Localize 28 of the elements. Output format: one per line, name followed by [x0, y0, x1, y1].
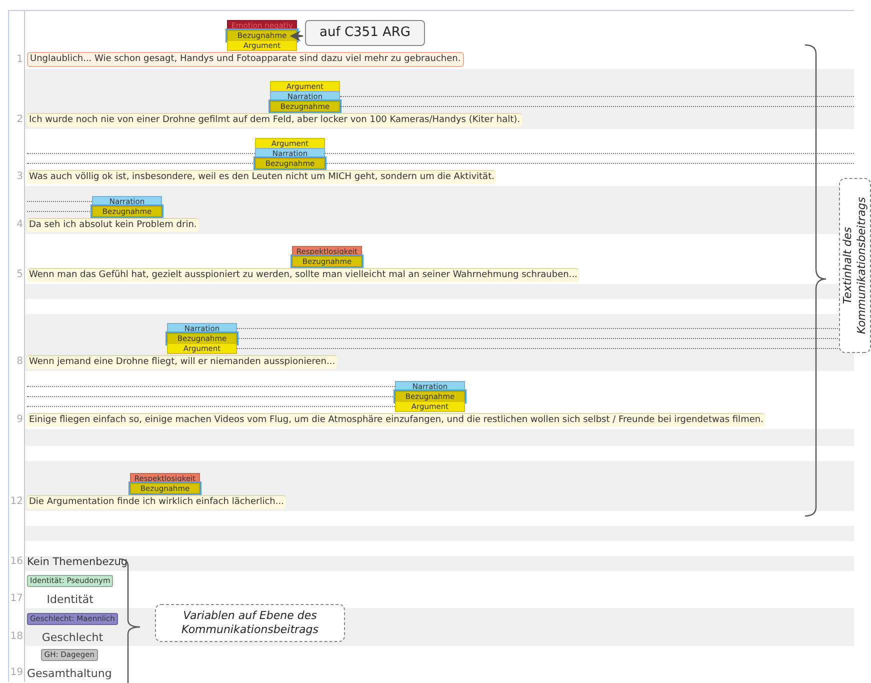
line-number: 4: [16, 218, 23, 232]
line-number: 5: [16, 268, 23, 282]
line-number: 3: [16, 170, 23, 184]
text-segment: Ich wurde noch nie von einer Drohne gefilmt auf dem Feld, aber locker von 100 Kameras/Handys (Kiter halt).: [27, 113, 522, 127]
line-number: 12: [10, 495, 23, 509]
text-segment: Einige fliegen einfach so, einige machen Videos vom Flug, um die Atmosphäre einzufangen, und die restlichen wollen sich selbst / Freunde bei irgendetwas filmen.: [27, 413, 766, 427]
line-number: 2: [16, 113, 23, 127]
line-number: 19: [10, 666, 23, 680]
text-segment: Wenn jemand eine Drohne fliegt, will er niemanden ausspionieren...: [27, 355, 338, 369]
variable-label: Gesamthaltung: [27, 666, 112, 681]
text-segment: Die Argumentation finde ich wirklich einfach lächerlich...: [27, 495, 286, 509]
pointer-arrow: [290, 30, 304, 42]
variable-label: Geschlecht: [42, 630, 104, 645]
annotation-note: Textinhalt des Kommunikationsbeitrags: [839, 178, 871, 353]
line-number: 1: [16, 53, 23, 67]
callout-note: auf C351 ARG: [305, 20, 425, 46]
line-number: 17: [10, 592, 23, 606]
line-number: 18: [10, 630, 23, 644]
text-line: Kein Themenbezug: [27, 555, 128, 569]
line-number: 9: [16, 413, 23, 427]
text-segment: Was auch völlig ok ist, insbesondere, weil es den Leuten nicht um MICH geht, sondern um die Aktivität.: [27, 170, 496, 184]
text-segment: Da seh ich absolut kein Problem drin.: [27, 218, 199, 232]
line-number: 8: [16, 355, 23, 369]
text-segment: Wenn man das Gefühl hat, gezielt ausspioniert zu werden, sollte man vielleicht mal an seiner Wahrnehmung schrauben...: [27, 268, 580, 282]
line-number: 16: [10, 555, 23, 569]
variable-label: Identität: [46, 592, 94, 607]
text-segment: Unglaublich... Wie schon gesagt, Handys und Fotoapparate sind dazu viel mehr zu gebrauchen.: [27, 52, 464, 67]
annotation-note: Variablen auf Ebene des Kommunikationsbeitrags: [155, 604, 345, 642]
